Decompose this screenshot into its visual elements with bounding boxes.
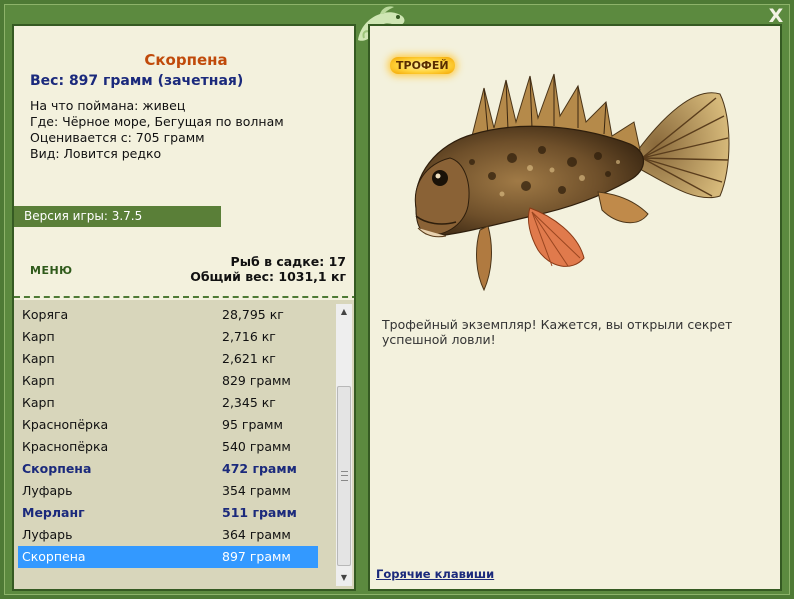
- list-item[interactable]: Скорпена 472 грамм: [18, 458, 318, 480]
- divider: [14, 296, 354, 298]
- version-bar: Версия игры: 3.7.5: [14, 206, 221, 227]
- list-item[interactable]: Карп 829 грамм: [18, 370, 318, 392]
- rating-info: Оценивается с: 705 грамм: [30, 130, 205, 145]
- list-item[interactable]: Мерланг 511 грамм: [18, 502, 318, 524]
- trophy-message: Трофейный экземпляр! Кажется, вы открыли…: [382, 317, 733, 347]
- scroll-down-icon[interactable]: ▼: [336, 570, 352, 586]
- rarity-info: Вид: Ловится редко: [30, 146, 162, 161]
- trophy-panel: ТРОФЕЙ Трофейный экземпляр! Кажется, вы …: [368, 24, 782, 591]
- fish-count: Рыб в садке: 17: [230, 254, 346, 269]
- fish-title: Скорпена: [144, 51, 228, 69]
- menu-button[interactable]: МЕНЮ: [30, 264, 73, 277]
- scroll-grip-icon: [341, 471, 348, 481]
- list-item[interactable]: Краснопёрка 540 грамм: [18, 436, 318, 458]
- catch-list: Коряга 28,795 кг Карп 2,716 кг Карп 2,621 к…: [14, 300, 354, 589]
- scorpionfish-image: [414, 73, 730, 292]
- scroll-up-icon[interactable]: ▲: [336, 304, 352, 320]
- list-item[interactable]: Карп 2,345 кг: [18, 392, 318, 414]
- list-item-selected[interactable]: Скорпена 897 грамм: [18, 546, 318, 568]
- list-item[interactable]: Коряга 28,795 кг: [18, 304, 318, 326]
- total-weight: Общий вес: 1031,1 кг: [190, 269, 346, 284]
- hotkeys-link[interactable]: Горячие клавиши: [376, 567, 494, 581]
- fish-info-panel: Скорпена Вес: 897 грамм (зачетная) На чт…: [12, 24, 356, 591]
- list-item[interactable]: Луфарь 364 грамм: [18, 524, 318, 546]
- fish-weight: Вес: 897 грамм (зачетная): [30, 73, 244, 89]
- list-item[interactable]: Карп 2,621 кг: [18, 348, 318, 370]
- scroll-thumb[interactable]: [337, 386, 351, 566]
- location-info: Где: Чёрное море, Бегущая по волнам: [30, 114, 284, 129]
- trophy-badge: ТРОФЕЙ: [390, 57, 455, 74]
- close-icon[interactable]: X: [766, 6, 786, 26]
- keepnet-stats: Рыб в садке: 17 Общий вес: 1031,1 кг: [190, 254, 346, 284]
- list-item[interactable]: Краснопёрка 95 грамм: [18, 414, 318, 436]
- bait-info: На что поймана: живец: [30, 98, 186, 113]
- list-item[interactable]: Карп 2,716 кг: [18, 326, 318, 348]
- list-item[interactable]: Луфарь 354 грамм: [18, 480, 318, 502]
- list-scrollbar[interactable]: ▲ ▼: [336, 304, 352, 586]
